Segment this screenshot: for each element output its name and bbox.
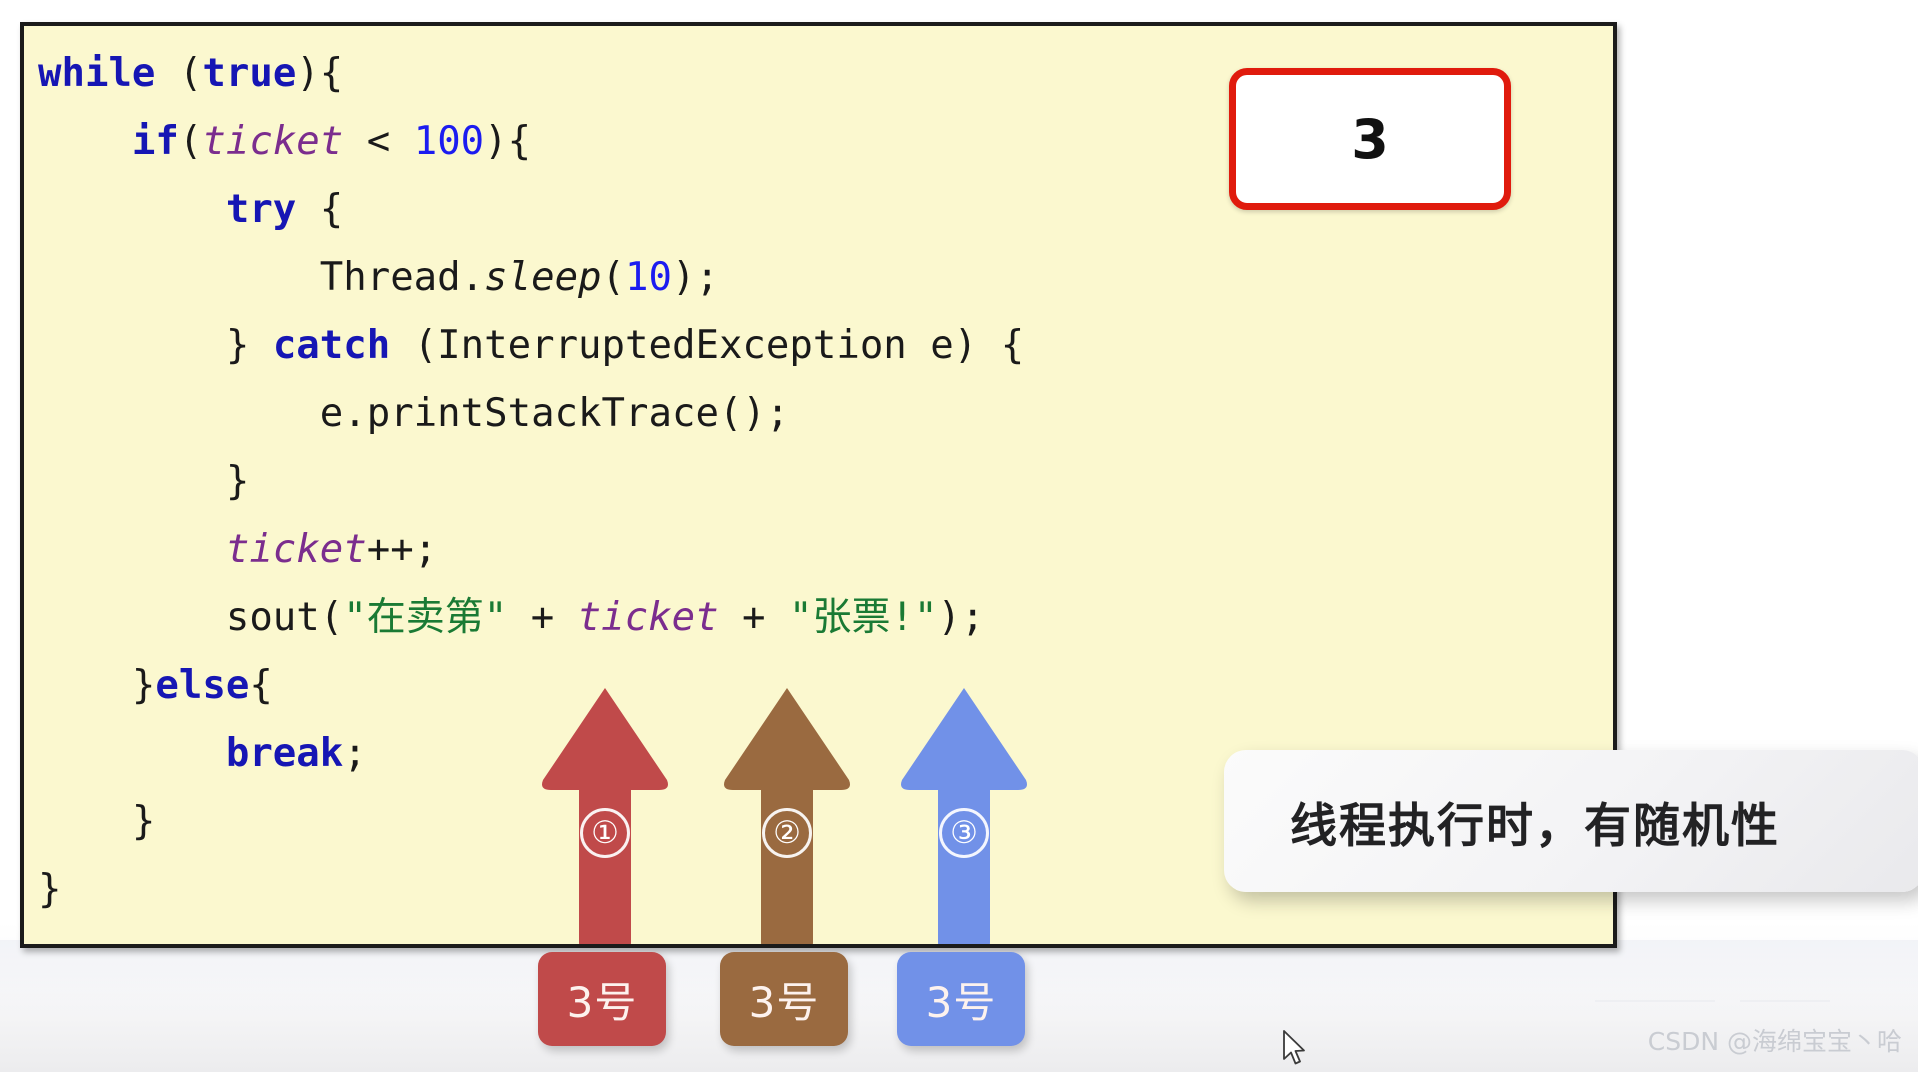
csdn-watermark: CSDN @海绵宝宝丶哈	[1647, 1027, 1902, 1056]
thread-arrow-badge-1: ①	[580, 808, 630, 858]
callout-bubble: 线程执行时，有随机性	[1224, 750, 1918, 892]
thread-chip-label-1: 3号	[566, 977, 638, 1027]
mouse-pointer-icon	[1283, 1030, 1305, 1065]
keyword-try: try	[225, 187, 297, 232]
thread-chip-3: 3号	[897, 952, 1025, 1046]
thread-arrow-3: ③	[898, 684, 1030, 944]
keyword-break: break	[225, 731, 344, 776]
thread-chip-label-3: 3号	[925, 977, 997, 1027]
method-sleep: sleep	[484, 255, 602, 300]
keyword-if: if	[131, 119, 179, 164]
thread-chip-label-2: 3号	[748, 977, 820, 1027]
variable-ticket-print: ticket	[577, 595, 719, 640]
keyword-true: true	[202, 51, 297, 96]
thread-arrow-badge-2: ②	[762, 808, 812, 858]
literal-100: 100	[413, 119, 485, 164]
string-ticket-suffix: "张票!"	[789, 595, 938, 640]
thread-chip-1: 3号	[538, 952, 666, 1046]
code-listing: while (true){ if(ticket < 100){ try { Th…	[38, 51, 1025, 912]
literal-10: 10	[625, 255, 672, 300]
string-selling-prefix: "在卖第"	[343, 595, 508, 640]
variable-ticket: ticket	[202, 119, 344, 164]
variable-ticket-incr: ticket	[225, 527, 367, 572]
slide-canvas: while (true){ if(ticket < 100){ try { Th…	[0, 0, 1918, 1072]
keyword-catch: catch	[272, 323, 391, 368]
thread-arrow-badge-3: ③	[939, 808, 989, 858]
keyword-else: else	[155, 663, 250, 708]
ticket-counter-box: 3	[1229, 68, 1511, 210]
keyword-while: while	[38, 51, 156, 96]
ticket-counter-value: 3	[1351, 107, 1389, 171]
thread-chip-2: 3号	[720, 952, 848, 1046]
thread-arrow-1: ①	[539, 684, 671, 944]
callout-text: 线程执行时，有随机性	[1290, 798, 1780, 854]
thread-arrow-2: ②	[721, 684, 853, 944]
